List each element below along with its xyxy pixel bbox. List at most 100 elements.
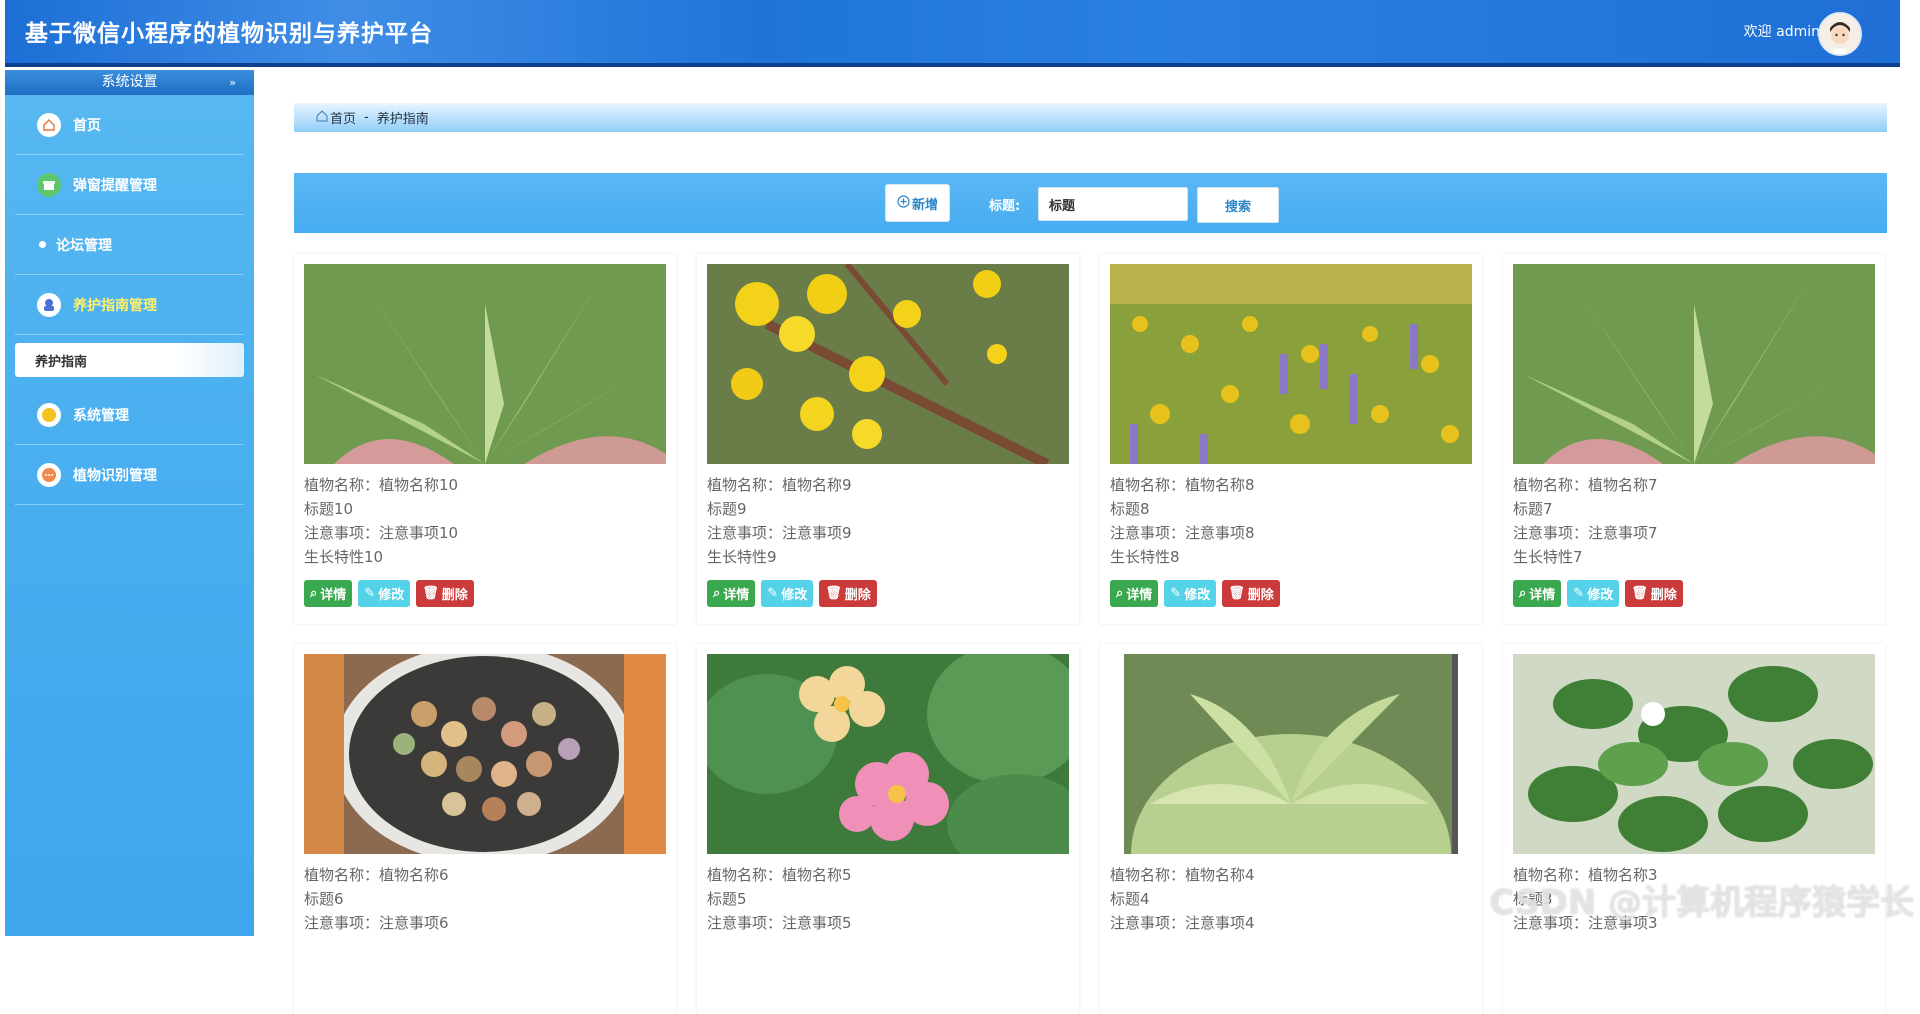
plant-note: 注意事项：注意事项5	[707, 914, 852, 932]
search-icon: ⌕	[1519, 586, 1527, 601]
pencil-icon: ✎	[1170, 586, 1182, 601]
chevron-down-icon: »	[229, 76, 236, 89]
plant-image[interactable]	[1513, 264, 1875, 464]
guide-card: 植物名称：植物名称7 标题7 注意事项：注意事项7 生长特性7 ⌕ 详情 ✎ 修改 …	[1503, 254, 1885, 624]
trash-icon: 🗑	[422, 586, 439, 601]
detail-button[interactable]: ⌕ 详情	[1513, 580, 1562, 607]
dot-icon	[39, 241, 46, 248]
guide-card: 植物名称：植物名称5 标题5 注意事项：注意事项5	[697, 644, 1079, 1014]
guide-icon	[37, 292, 61, 317]
sidebar-item-label: 弹窗提醒管理	[73, 177, 157, 194]
plant-note: 注意事项：注意事项9	[707, 524, 852, 542]
plant-name: 植物名称：植物名称8	[1110, 476, 1255, 494]
sidebar-item-home[interactable]: 首页	[15, 95, 244, 155]
csdn-watermark: CSDN @计算机程序猿学长	[1489, 883, 1914, 923]
plant-image[interactable]	[1110, 654, 1472, 854]
breadcrumb: 首页 - 养护指南	[294, 103, 1887, 132]
pencil-icon: ✎	[364, 586, 376, 601]
guide-card: 植物名称：植物名称6 标题6 注意事项：注意事项6	[294, 644, 676, 1014]
plant-title: 标题7	[1513, 500, 1553, 518]
sidebar-item-care-guide[interactable]: 养护指南管理	[15, 275, 244, 335]
guide-card: 植物名称：植物名称10 标题10 注意事项：注意事项10 生长特性10 ⌕ 详情 …	[294, 254, 676, 624]
detail-button[interactable]: ⌕ 详情	[707, 580, 756, 607]
app-title: 基于微信小程序的植物识别与养护平台	[25, 21, 433, 47]
breadcrumb-home[interactable]: 首页	[330, 108, 356, 127]
plant-name: 植物名称：植物名称10	[304, 476, 459, 494]
plant-growth: 生长特性8	[1110, 548, 1180, 566]
plant-note: 注意事项：注意事项4	[1110, 914, 1255, 932]
guide-card: 植物名称：植物名称3 标题3 注意事项：注意事项3	[1503, 644, 1885, 1014]
trash-icon: 🗑	[1631, 586, 1648, 601]
search-toolbar: 新增 标题: 搜索	[294, 173, 1887, 233]
sidebar-item-popup-reminder[interactable]: 弹窗提醒管理	[15, 155, 244, 215]
breadcrumb-separator: -	[364, 110, 369, 125]
plant-name: 植物名称：植物名称7	[1513, 476, 1658, 494]
search-icon: ⌕	[310, 586, 318, 601]
plant-growth: 生长特性7	[1513, 548, 1583, 566]
plant-title: 标题6	[304, 890, 344, 908]
gift-icon	[37, 172, 61, 197]
guide-card: 植物名称：植物名称4 标题4 注意事项：注意事项4	[1100, 644, 1482, 1014]
trash-icon: 🗑	[1228, 586, 1245, 601]
search-input[interactable]	[1038, 187, 1188, 221]
delete-button[interactable]: 🗑 删除	[819, 580, 877, 607]
plant-growth: 生长特性10	[304, 548, 384, 566]
sidebar-item-label: 养护指南管理	[73, 297, 157, 314]
user-avatar[interactable]	[1818, 12, 1862, 56]
pencil-icon: ✎	[1573, 586, 1585, 601]
sidebar-item-identify[interactable]: 植物识别管理	[15, 445, 244, 505]
plant-name: 植物名称：植物名称9	[707, 476, 852, 494]
edit-button[interactable]: ✎ 修改	[358, 580, 411, 607]
plant-note: 注意事项：注意事项7	[1513, 524, 1658, 542]
plant-title: 标题4	[1110, 890, 1150, 908]
sidebar-item-label: 植物识别管理	[73, 467, 157, 484]
edit-button[interactable]: ✎ 修改	[1567, 580, 1620, 607]
search-button[interactable]: 搜索	[1197, 187, 1279, 223]
top-header: 基于微信小程序的植物识别与养护平台 欢迎 admin	[5, 0, 1900, 67]
plant-image[interactable]	[1110, 264, 1472, 464]
plant-note: 注意事项：注意事项8	[1110, 524, 1255, 542]
plant-image[interactable]	[707, 654, 1069, 854]
edit-button[interactable]: ✎ 修改	[1164, 580, 1217, 607]
plant-title: 标题5	[707, 890, 747, 908]
home-icon	[316, 109, 328, 126]
sidebar-subitem-care-guide[interactable]: 养护指南	[15, 343, 244, 377]
trash-icon: 🗑	[825, 586, 842, 601]
pencil-icon: ✎	[767, 586, 779, 601]
plant-image[interactable]	[304, 654, 666, 854]
welcome-text: 欢迎 admin	[1743, 24, 1820, 40]
plant-title: 标题9	[707, 500, 747, 518]
edit-button[interactable]: ✎ 修改	[761, 580, 814, 607]
sidebar-item-forum[interactable]: 论坛管理	[15, 215, 244, 275]
plant-image[interactable]	[1513, 654, 1875, 854]
detail-button[interactable]: ⌕ 详情	[304, 580, 353, 607]
sidebar-section-title[interactable]: 系统设置 »	[5, 70, 254, 95]
sidebar-item-system[interactable]: 系统管理	[15, 385, 244, 445]
sidebar-item-label: 首页	[73, 117, 101, 134]
plant-growth: 生长特性9	[707, 548, 777, 566]
breadcrumb-current: 养护指南	[376, 112, 429, 127]
plant-image[interactable]	[707, 264, 1069, 464]
search-icon: ⌕	[1116, 586, 1124, 601]
delete-button[interactable]: 🗑 删除	[416, 580, 474, 607]
plant-title: 标题8	[1110, 500, 1150, 518]
plant-title: 标题10	[304, 500, 354, 518]
plant-name: 植物名称：植物名称6	[304, 866, 449, 884]
delete-button[interactable]: 🗑 删除	[1222, 580, 1280, 607]
sidebar: 系统设置 » 首页 弹窗提醒管理 论坛管理 养护指南管理 养护指南 系统管理 植…	[5, 70, 254, 936]
plant-name: 植物名称：植物名称5	[707, 866, 852, 884]
sidebar-item-label: 系统管理	[73, 407, 129, 424]
plant-note: 注意事项：注意事项10	[304, 524, 459, 542]
detail-button[interactable]: ⌕ 详情	[1110, 580, 1159, 607]
home-icon	[37, 112, 61, 137]
system-icon	[37, 402, 61, 427]
plant-image[interactable]	[304, 264, 666, 464]
delete-button[interactable]: 🗑 删除	[1625, 580, 1683, 607]
guide-card: 植物名称：植物名称9 标题9 注意事项：注意事项9 生长特性9 ⌕ 详情 ✎ 修改 …	[697, 254, 1079, 624]
plant-note: 注意事项：注意事项6	[304, 914, 449, 932]
add-button[interactable]: 新增	[885, 184, 950, 222]
sidebar-item-label: 论坛管理	[56, 237, 112, 254]
search-icon: ⌕	[713, 586, 721, 601]
plus-circle-icon	[897, 194, 910, 212]
guide-card: 植物名称：植物名称8 标题8 注意事项：注意事项8 生长特性8 ⌕ 详情 ✎ 修改 …	[1100, 254, 1482, 624]
